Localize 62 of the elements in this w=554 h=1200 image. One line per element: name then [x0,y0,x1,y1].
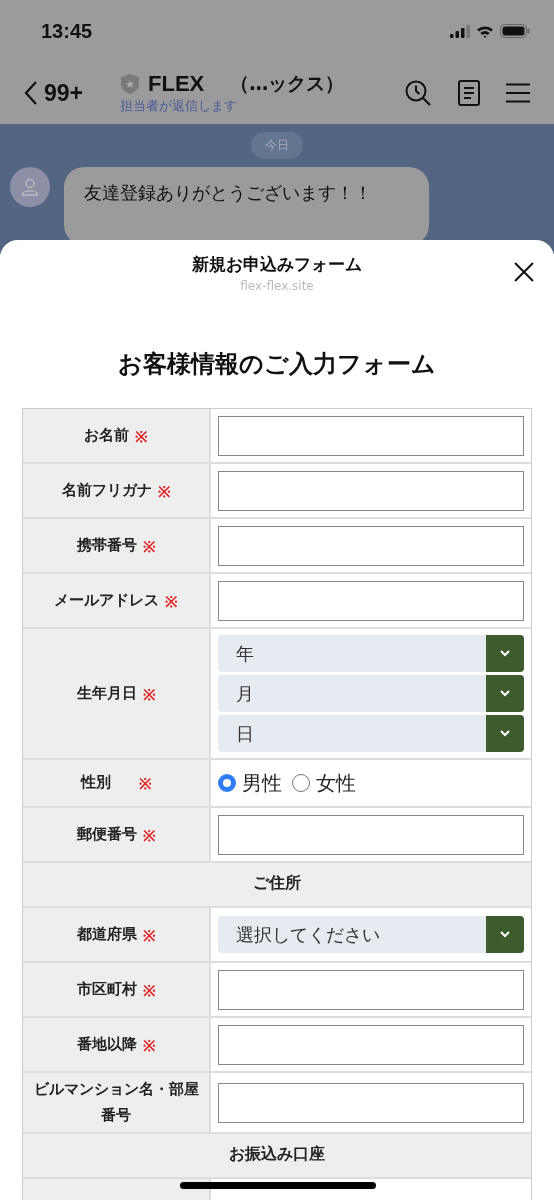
input-field[interactable] [218,814,524,855]
radio-option[interactable]: 男性 [218,769,282,797]
shield-star-icon [120,73,140,95]
input-field[interactable] [218,525,524,566]
required-mark: ※ [142,980,156,1000]
input-field[interactable] [218,1024,524,1065]
field-label: 都道府県 [76,923,137,945]
field-label: 郵便番号 [76,823,137,845]
clock: 13:45 [41,19,93,43]
battery-icon [500,24,530,38]
close-button[interactable] [514,262,534,282]
required-mark: ※ [142,684,156,704]
back-button[interactable]: 99+ [24,79,120,107]
select-dropdown[interactable]: 日 [218,715,524,752]
field-label: 携帯番号 [76,534,137,556]
sheet-domain: flex-flex.site [240,279,314,293]
clock-search-icon [404,79,432,107]
required-mark: ※ [157,481,171,501]
required-mark: ※ [142,825,156,845]
field-label: お名前 [84,424,129,446]
field-label: ビルマンション名・部屋番号 [32,1079,200,1126]
select-dropdown[interactable]: 選択してください [218,916,524,953]
field-label: 番地以降 [76,1033,137,1055]
chevron-down-icon [500,931,510,938]
back-chevron-icon [24,81,38,105]
input-field[interactable] [218,470,524,511]
field-label: 生年月日 [76,682,137,704]
chevron-down-icon [500,730,510,737]
section-header: ご住所 [23,863,531,908]
radio-button[interactable] [218,774,236,792]
form-heading: お客様情報のご入力フォーム [117,348,437,380]
required-mark: ※ [142,925,156,945]
close-icon [514,262,534,282]
date-chip: 今日 [251,132,303,159]
section-header: お振込み口座 [23,1134,531,1179]
chevron-down-icon [500,650,510,657]
input-field[interactable] [218,969,524,1010]
signal-icon [450,24,470,38]
field-label: 性別 [80,772,111,794]
required-mark: ※ [138,774,152,793]
input-field[interactable] [218,415,524,456]
document-icon [458,80,480,106]
input-field[interactable] [218,1082,524,1123]
menu-icon [506,83,530,103]
required-mark: ※ [135,426,148,446]
field-label: メールアドレス [54,589,159,611]
required-mark: ※ [142,536,156,556]
chat-name: FLEX [148,71,205,97]
field-label: 市区町村 [76,978,137,1000]
select-dropdown[interactable]: 年 [218,635,524,672]
radio-option[interactable]: 女性 [292,769,356,797]
select-dropdown[interactable]: 月 [218,675,524,712]
sheet-title: 新規お申込みフォーム [192,253,362,276]
input-field[interactable] [218,580,524,621]
wifi-icon [476,24,494,38]
field-label: 名前フリガナ [61,479,152,501]
required-mark: ※ [165,591,178,611]
chat-name-suffix: （…ックス） [230,71,345,96]
chevron-down-icon [500,690,510,697]
chat-subtitle: 担当者が返信します [120,98,238,115]
person-icon [21,178,39,196]
required-mark: ※ [142,1035,156,1055]
